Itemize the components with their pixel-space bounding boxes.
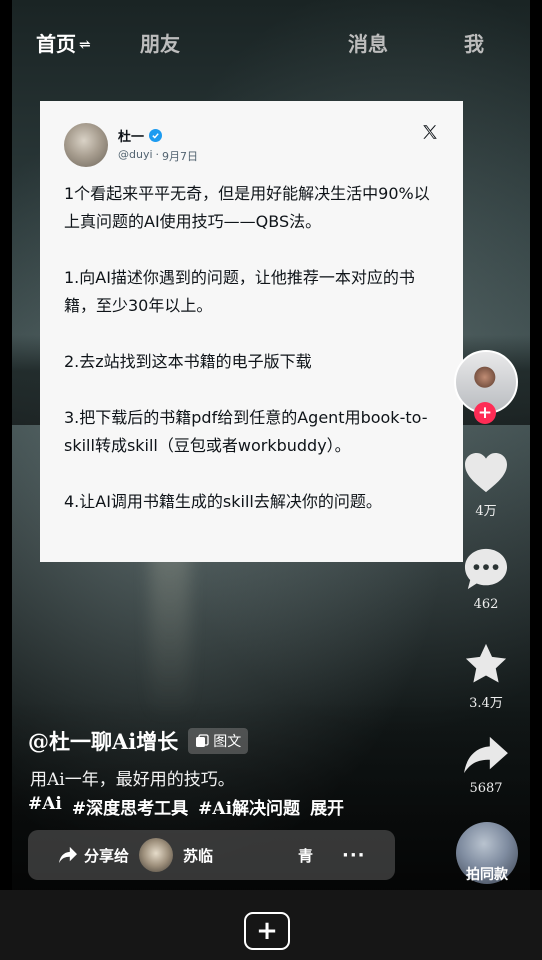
- expand-button[interactable]: 展开: [310, 794, 344, 819]
- share-to-label: 分享给: [84, 846, 130, 865]
- tweet-handle: @duyi: [118, 148, 153, 161]
- tweet-paragraph: 4.让AI调用书籍生成的skill去解决你的问题。: [64, 492, 382, 511]
- tweet-date: 9月7日: [162, 150, 199, 163]
- comment-count: 462: [473, 597, 499, 612]
- share-count: 5687: [469, 781, 503, 796]
- share-button[interactable]: 5687: [454, 735, 518, 796]
- comment-icon: [464, 548, 508, 590]
- tweet-paragraph: 2.去z站找到这本书籍的电子版下载: [64, 352, 312, 371]
- post-type-label: 图文: [213, 734, 242, 750]
- post-description: 用Ai一年，最好用的技巧。: [30, 770, 235, 790]
- hashtag-row: #Ai #深度思考工具 #Ai解决问题 展开: [28, 794, 344, 819]
- create-post-button[interactable]: +: [244, 912, 290, 950]
- hashtag-link[interactable]: #Ai解决问题: [198, 794, 300, 819]
- more-options-icon[interactable]: ···: [342, 845, 366, 866]
- post-type-badge: 图文: [188, 728, 249, 754]
- water-reflection: [150, 540, 190, 720]
- tweet-separator: ·: [155, 148, 160, 161]
- tweet-card: 杜一 @duyi · 9月7日 1个看起来平平无奇，但是用好能解决生活中90%以…: [40, 101, 463, 562]
- tweet-author-name: 杜一: [118, 130, 145, 145]
- follow-button[interactable]: +: [474, 402, 496, 424]
- nav-me[interactable]: 我: [464, 28, 484, 57]
- friend-extra[interactable]: 青: [298, 845, 313, 866]
- tweet-text: 1个看起来平平无奇，但是用好能解决生活中90%以上真问题的AI使用技巧——QBS…: [64, 180, 439, 516]
- tweet-header: 杜一 @duyi · 9月7日: [64, 123, 439, 167]
- share-arrow-icon: [464, 736, 508, 774]
- like-button[interactable]: 4万: [454, 452, 518, 519]
- same-style-label: 拍同款: [466, 867, 508, 883]
- nav-home-label: 首页: [36, 32, 76, 56]
- verified-badge-icon: [149, 129, 163, 142]
- caption-author-row: @杜一聊Ai增长 图文: [28, 726, 249, 756]
- friend-avatar[interactable]: [139, 838, 174, 872]
- tweet-paragraph: 1个看起来平平无奇，但是用好能解决生活中90%以上真问题的AI使用技巧——QBS…: [64, 184, 430, 231]
- nav-home[interactable]: 首页 ⇌: [36, 28, 91, 57]
- tweet-author-avatar: [64, 123, 108, 167]
- favorite-count: 3.4万: [469, 696, 503, 711]
- nav-messages[interactable]: 消息: [348, 28, 388, 57]
- nav-friends[interactable]: 朋友: [140, 28, 180, 57]
- share-icon: [59, 846, 77, 864]
- like-count: 4万: [475, 504, 497, 519]
- hashtag-link[interactable]: #Ai: [28, 794, 62, 819]
- share-to-friend-bar[interactable]: 分享给 苏临 青 ···: [28, 830, 395, 880]
- friend-name[interactable]: 苏临: [183, 845, 213, 866]
- star-icon: [465, 643, 507, 683]
- x-logo-icon: [423, 125, 437, 139]
- image-text-icon: [196, 734, 209, 747]
- comment-button[interactable]: 462: [454, 547, 518, 612]
- hashtag-link[interactable]: #深度思考工具: [72, 794, 188, 819]
- tweet-paragraph: 1.向AI描述你遇到的问题，让他推荐一本对应的书籍，至少30年以上。: [64, 268, 415, 315]
- creator-name-link[interactable]: @杜一聊Ai增长: [28, 726, 178, 756]
- heart-icon: [465, 452, 507, 493]
- favorite-button[interactable]: 3.4万: [454, 642, 518, 711]
- tweet-paragraph: 3.把下载后的书籍pdf给到任意的Agent用book-to-skill转成sk…: [64, 408, 428, 455]
- tweet-author-info: 杜一 @duyi · 9月7日: [118, 126, 198, 164]
- swap-icon: ⇌: [79, 37, 91, 53]
